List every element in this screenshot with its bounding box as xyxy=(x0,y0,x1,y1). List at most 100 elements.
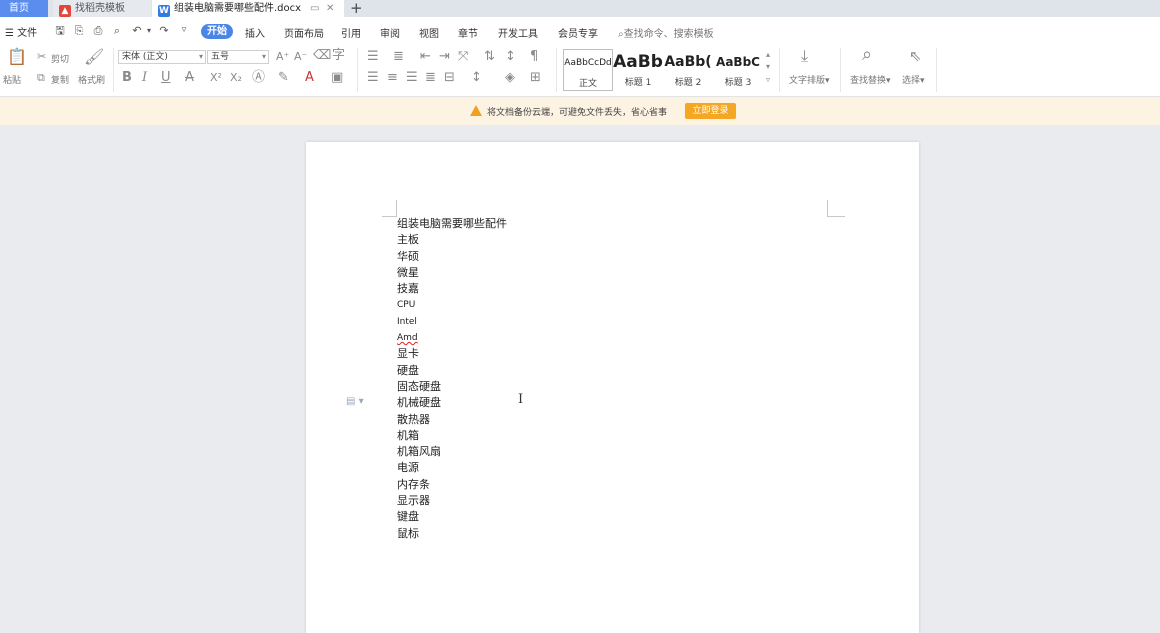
tab-chapter[interactable]: 章节 xyxy=(458,25,478,40)
copy-label[interactable]: 复制 xyxy=(51,73,69,86)
new-tab-button[interactable]: + xyxy=(350,0,363,18)
cursor-select-icon[interactable]: ⇖ xyxy=(909,49,922,64)
tab-view[interactable]: 视图 xyxy=(419,25,439,40)
docer-logo-icon: ▲ xyxy=(59,5,71,17)
style-heading-2[interactable]: AaBb( 标题 2 xyxy=(663,49,713,91)
grow-font-icon[interactable]: A⁺ xyxy=(276,50,289,64)
decrease-indent-icon[interactable]: ⇤ xyxy=(420,50,431,64)
print-preview-icon[interactable]: ⌕ xyxy=(111,24,123,37)
undo-dropdown-icon[interactable]: ▾ xyxy=(143,24,155,37)
find-replace-icon[interactable]: ⌕ xyxy=(862,46,872,64)
document-line: 显示器 xyxy=(397,494,430,508)
export-pdf-icon[interactable]: ⎘ xyxy=(73,24,85,37)
document-line: 散热器 xyxy=(397,412,430,426)
tab-template[interactable]: ▲ 找稻壳模板 xyxy=(53,0,151,17)
style-heading-2-sample: AaBb( xyxy=(664,54,712,70)
undo-icon[interactable]: ↶ xyxy=(131,24,143,37)
login-button[interactable]: 立即登录 xyxy=(685,103,736,119)
cut-label[interactable]: 剪切 xyxy=(51,52,69,65)
distribute-icon[interactable]: ⊟ xyxy=(444,71,455,85)
tab-developer[interactable]: 开发工具 xyxy=(498,25,538,40)
document-body[interactable]: 组装电脑需要哪些配件 主板 华硕 微星 技嘉 CPU Intel Amd 显卡 … xyxy=(397,216,507,542)
format-painter-icon[interactable]: 🖌 xyxy=(84,49,104,65)
divider xyxy=(556,48,557,92)
tab-page-layout[interactable]: 页面布局 xyxy=(284,25,324,40)
style-heading-2-name: 标题 2 xyxy=(674,78,702,88)
tab-home-label: 首页 xyxy=(9,3,29,14)
show-marks-icon[interactable]: ¶ xyxy=(530,50,538,64)
menu-bar: ☰ 文件 🖫 ⎘ ⎙ ⌕ ↶ ▾ ↷ ▿ 开始 插入 页面布局 引用 审阅 视图… xyxy=(0,17,1160,44)
cloud-backup-notice: 将文档备份云端，可避免文件丢失，省心省事 立即登录 xyxy=(0,97,1160,125)
select-label[interactable]: 选择▾ xyxy=(902,73,925,86)
tab-references[interactable]: 引用 xyxy=(341,25,361,40)
style-expand-icon[interactable]: ▿ xyxy=(766,73,770,87)
document-line: 微星 xyxy=(397,265,419,279)
shading-icon[interactable]: ◈ xyxy=(505,71,515,85)
align-right-icon[interactable]: ☰ xyxy=(406,71,418,85)
bold-icon[interactable]: B xyxy=(122,71,132,85)
chevron-down-icon: ▾ xyxy=(261,52,266,61)
cut-icon[interactable]: ✂ xyxy=(37,50,46,64)
line-spacing-icon[interactable]: ↕ xyxy=(471,71,482,85)
format-painter-label[interactable]: 格式刷 xyxy=(78,73,105,86)
tab-start[interactable]: 开始 xyxy=(201,24,233,39)
divider xyxy=(357,48,358,92)
copy-icon[interactable]: ⧉ xyxy=(37,71,45,85)
clear-format-icon[interactable]: ⌫ xyxy=(313,49,331,63)
align-left-icon[interactable]: ☰ xyxy=(367,71,379,85)
strikethrough-icon[interactable]: A xyxy=(185,71,194,85)
chinese-layout-icon[interactable]: ⤧ xyxy=(458,50,468,64)
find-replace-label[interactable]: 查找替换▾ xyxy=(850,73,891,86)
increase-indent-icon[interactable]: ⇥ xyxy=(439,50,450,64)
char-border-icon[interactable]: ▣ xyxy=(331,71,343,85)
style-scroll-down-icon[interactable]: ▾ xyxy=(766,60,770,74)
text-direction-icon[interactable]: ⇅ xyxy=(484,50,495,64)
tab-close-icon[interactable]: ✕ xyxy=(326,0,334,17)
divider xyxy=(113,48,114,92)
align-center-icon[interactable]: ≡ xyxy=(387,71,398,85)
paste-label[interactable]: 粘贴 xyxy=(3,73,21,86)
sort-icon[interactable]: ↕ xyxy=(505,50,516,64)
tab-membership[interactable]: 会员专享 xyxy=(558,25,598,40)
command-search[interactable]: ⌕查找命令、搜索模板 xyxy=(618,25,714,40)
document-line: 华硕 xyxy=(397,249,419,263)
file-menu[interactable]: ☰ 文件 xyxy=(5,24,37,39)
document-line: 显卡 xyxy=(397,347,419,361)
font-size-select[interactable]: 五号 ▾ xyxy=(207,50,269,64)
highlight-icon[interactable]: ✎ xyxy=(278,71,289,85)
superscript-icon[interactable]: X² xyxy=(210,71,222,85)
customize-toolbar-icon[interactable]: ▿ xyxy=(178,24,190,37)
text-layout-label[interactable]: 文字排版▾ xyxy=(789,73,830,86)
justify-icon[interactable]: ≣ xyxy=(425,71,436,85)
style-normal[interactable]: AaBbCcDd 正文 xyxy=(563,49,613,91)
borders-icon[interactable]: ⊞ xyxy=(530,71,541,85)
tab-insert[interactable]: 插入 xyxy=(245,25,265,40)
italic-icon[interactable]: I xyxy=(142,71,147,85)
font-name-select[interactable]: 宋体 (正文) ▾ xyxy=(118,50,206,64)
chevron-down-icon: ▾ xyxy=(198,52,203,61)
style-heading-3[interactable]: AaBbC 标题 3 xyxy=(713,49,763,91)
subscript-icon[interactable]: X₂ xyxy=(230,71,242,85)
document-line: 内存条 xyxy=(397,477,430,491)
document-line: 机箱 xyxy=(397,428,419,442)
redo-icon[interactable]: ↷ xyxy=(158,24,170,37)
document-line: CPU xyxy=(397,300,416,311)
tab-home[interactable]: 首页 xyxy=(0,0,48,17)
numbered-list-icon[interactable]: ≣ xyxy=(393,50,404,64)
paste-icon[interactable]: 📋 xyxy=(7,49,27,65)
paragraph-menu-icon[interactable]: ▤ ▾ xyxy=(346,396,364,407)
shrink-font-icon[interactable]: A⁻ xyxy=(294,50,307,64)
tab-pin-icon[interactable]: ▭ xyxy=(310,0,319,17)
margin-corner-top-left xyxy=(382,200,397,217)
save-icon[interactable]: 🖫 xyxy=(54,24,66,37)
text-effect-icon[interactable]: Ⓐ xyxy=(252,71,265,85)
style-heading-1[interactable]: AaBb 标题 1 xyxy=(613,49,663,91)
print-icon[interactable]: ⎙ xyxy=(92,24,104,37)
font-color-icon[interactable]: A xyxy=(305,71,314,85)
tab-document[interactable]: W 组装电脑需要哪些配件.docx ▭ ✕ xyxy=(152,0,344,17)
text-layout-icon[interactable]: ⤓ xyxy=(801,48,808,64)
phonetic-icon[interactable]: 字 xyxy=(332,49,345,63)
underline-icon[interactable]: U xyxy=(161,71,171,85)
tab-review[interactable]: 审阅 xyxy=(380,25,400,40)
bullet-list-icon[interactable]: ☰ xyxy=(367,50,379,64)
